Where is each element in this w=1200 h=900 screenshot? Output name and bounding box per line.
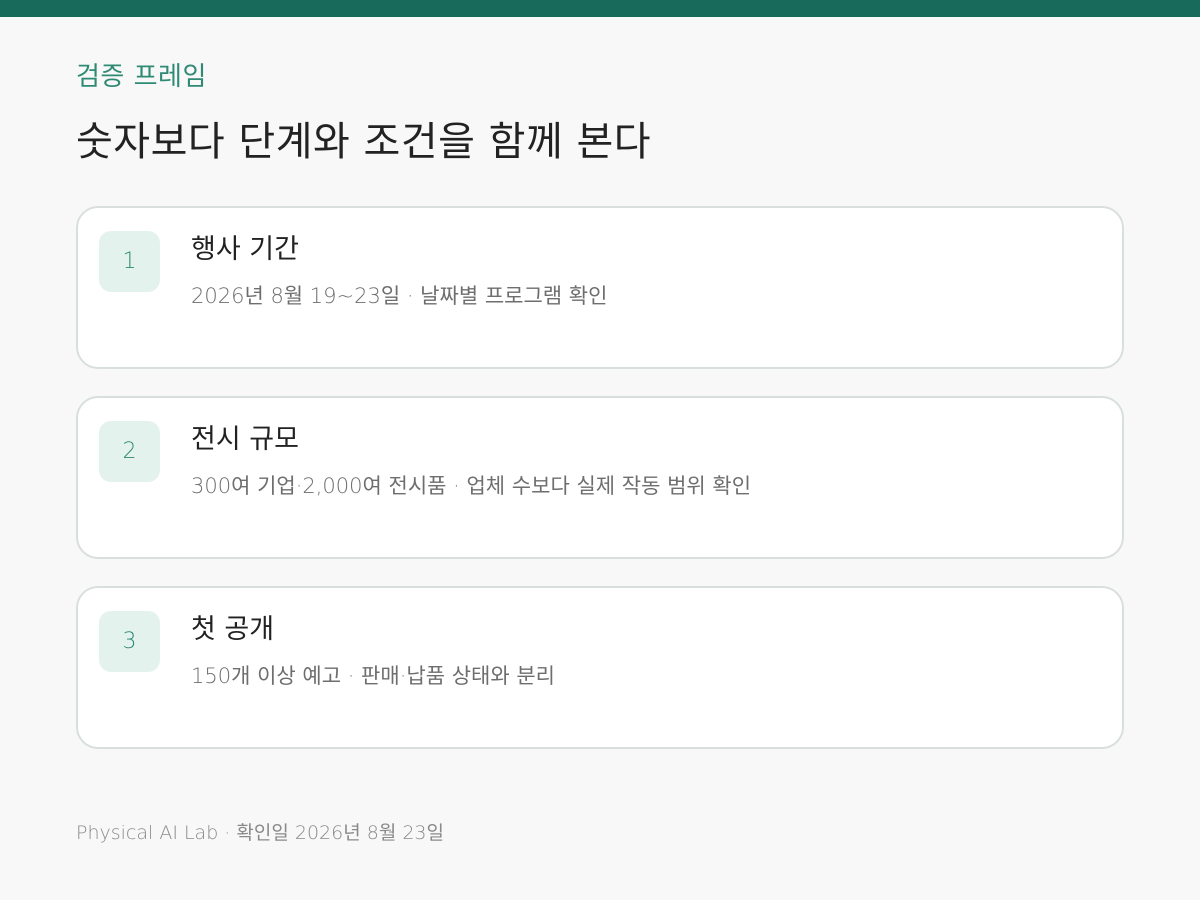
page-title: 숫자보다 단계와 조건을 함께 본다 — [76, 119, 652, 165]
card-description: 2026년 8월 19~23일 · 날짜별 프로그램 확인 — [191, 284, 608, 308]
card-description: 300여 기업·2,000여 전시품 · 업체 수보다 실제 작동 범위 확인 — [191, 474, 752, 498]
card-title: 전시 규모 — [191, 424, 299, 455]
eyebrow-label: 검증 프레임 — [76, 62, 207, 92]
card-title: 첫 공개 — [191, 614, 275, 645]
card-title: 행사 기간 — [191, 234, 299, 265]
checklist-card: 1 행사 기간 2026년 8월 19~23일 · 날짜별 프로그램 확인 — [76, 206, 1124, 369]
card-description: 150개 이상 예고 · 판매·납품 상태와 분리 — [191, 664, 555, 688]
step-number-badge: 3 — [99, 611, 160, 672]
top-accent-bar — [0, 0, 1200, 17]
step-number-badge: 2 — [99, 421, 160, 482]
checklist-card: 3 첫 공개 150개 이상 예고 · 판매·납품 상태와 분리 — [76, 586, 1124, 749]
step-number-badge: 1 — [99, 231, 160, 292]
footer-source: Physical AI Lab · 확인일 2026년 8월 23일 — [76, 822, 444, 844]
checklist-card: 2 전시 규모 300여 기업·2,000여 전시품 · 업체 수보다 실제 작… — [76, 396, 1124, 559]
